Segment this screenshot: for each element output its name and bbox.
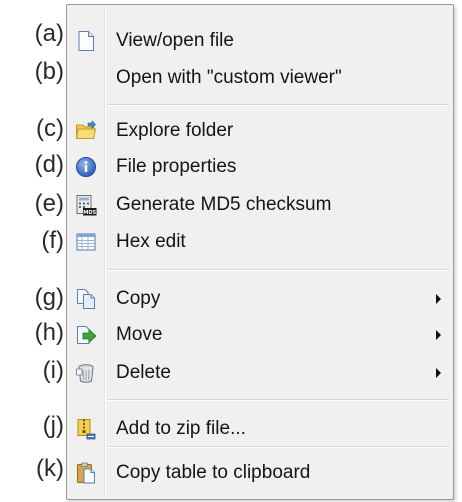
menu-item-label: Explore folder [116,120,234,141]
zip-icon [75,418,97,440]
menu-item-label: Hex edit [116,231,186,252]
marker-k: (k) [36,455,64,482]
file-icon [75,30,97,52]
menu-separator [107,399,449,401]
screenshot-stage: (a) (b) (c) (d) (e) (f) (g) (h) (i) (j) … [0,0,462,502]
marker-h: (h) [34,319,64,346]
move-icon [75,324,97,346]
menu-item-view-open-file[interactable]: View/open file [69,25,451,57]
marker-d: (d) [34,151,64,178]
submenu-arrow-icon [436,330,441,340]
menu-item-label: Add to zip file... [116,418,246,439]
menu-item-label: Delete [116,362,171,383]
menu-item-move[interactable]: Move [69,319,451,351]
marker-c: (c) [36,115,64,142]
context-menu: View/open file Open with "custom viewer"… [66,4,454,500]
clipboard-icon [75,462,97,484]
menu-separator [107,446,449,448]
menu-item-delete[interactable]: Delete [69,357,451,389]
menu-item-label: Copy [116,288,161,309]
trash-icon [75,362,97,384]
menu-separator [107,104,449,106]
copy-icon [75,288,97,310]
menu-item-generate-md5[interactable]: MD5 Generate MD5 checksum [69,189,451,221]
menu-item-explore-folder[interactable]: Explore folder [69,115,451,147]
md5-calculator-icon: MD5 [75,194,97,216]
menu-item-hex-edit[interactable]: Hex edit [69,226,451,258]
menu-item-label: Generate MD5 checksum [116,194,332,215]
menu-item-label: Open with "custom viewer" [116,67,342,88]
marker-i: (i) [42,357,64,384]
menu-item-open-with-custom-viewer[interactable]: Open with "custom viewer" [69,62,451,94]
menu-item-label: Copy table to clipboard [116,462,311,483]
marker-b: (b) [34,58,64,85]
menu-separator [107,269,449,271]
menu-item-file-properties[interactable]: File properties [69,151,451,183]
annotation-markers: (a) (b) (c) (d) (e) (f) (g) (h) (i) (j) … [0,0,66,502]
menu-item-label: View/open file [116,30,234,51]
submenu-arrow-icon [436,294,441,304]
menu-item-label: File properties [116,156,237,177]
menu-item-copy-table-to-clipboard[interactable]: Copy table to clipboard [69,457,451,489]
folder-icon [75,120,97,142]
menu-item-add-to-zip[interactable]: Add to zip file... [69,413,451,445]
menu-item-label: Move [116,324,163,345]
info-icon [75,156,97,178]
marker-e: (e) [34,190,64,217]
marker-j: (j) [42,412,64,439]
submenu-arrow-icon [436,368,441,378]
svg-text:MD5: MD5 [83,210,96,216]
marker-a: (a) [34,20,64,47]
menu-item-copy[interactable]: Copy [69,283,451,315]
hex-grid-icon [75,231,97,253]
marker-f: (f) [41,227,64,254]
marker-g: (g) [34,284,64,311]
